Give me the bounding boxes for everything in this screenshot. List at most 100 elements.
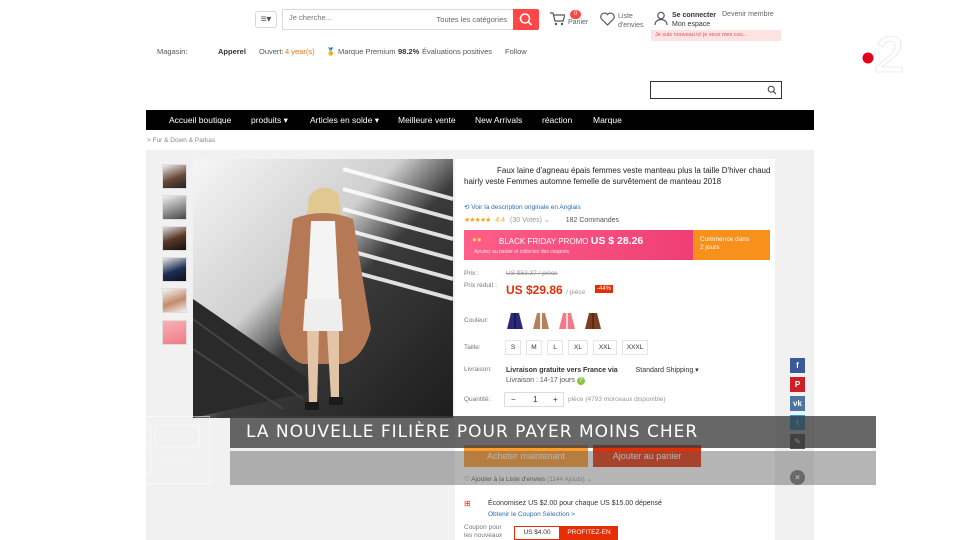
search-button[interactable] bbox=[513, 9, 539, 30]
thumbnail-1[interactable] bbox=[162, 164, 187, 189]
balloons-icon: ●● bbox=[472, 235, 482, 244]
discount-badge: -44% bbox=[595, 285, 614, 293]
search-icon[interactable] bbox=[767, 85, 777, 95]
get-coupon-link[interactable]: Obtenir le Coupon Sélection > bbox=[488, 511, 575, 518]
size-option-m[interactable]: M bbox=[526, 340, 542, 355]
translate-link[interactable]: ⟲ Voir la description originale en Angla… bbox=[464, 203, 581, 211]
black-friday-banner[interactable]: ●● BLACK FRIDAY PROMO US $ 28.26 Ajoutez… bbox=[464, 230, 770, 260]
follow-button[interactable]: Follow bbox=[505, 47, 527, 56]
product-image[interactable] bbox=[193, 159, 453, 418]
wishlist-label-line2: d'envies bbox=[618, 22, 644, 29]
price-label: Prix : bbox=[464, 270, 479, 277]
size-option-xxl[interactable]: XXL bbox=[593, 340, 617, 355]
nav-products-label: produits bbox=[251, 115, 282, 125]
news-lower-third: LA NOUVELLE FILIÈRE POUR PAYER MOINS CHE… bbox=[230, 416, 876, 448]
original-price: US $53.37 / pièce bbox=[506, 270, 558, 277]
shipping-text: Livraison gratuite vers France via bbox=[506, 367, 618, 374]
wishlist-link[interactable]: Liste d'envies bbox=[618, 12, 643, 30]
size-label: Taille: bbox=[464, 344, 481, 351]
color-swatch-brown[interactable] bbox=[583, 311, 603, 331]
nav-brand[interactable]: Marque bbox=[593, 115, 622, 125]
translate-icon: ⟲ bbox=[464, 204, 470, 211]
medal-icon: 🏅 bbox=[326, 47, 336, 56]
nav-bestsellers[interactable]: Meilleure vente bbox=[398, 115, 456, 125]
quantity-decrease-button[interactable]: − bbox=[511, 395, 516, 404]
claim-coupon-button[interactable]: PROFITEZ-EN bbox=[560, 526, 618, 540]
thumbnail-6[interactable] bbox=[162, 320, 187, 345]
color-swatch-navy[interactable] bbox=[505, 311, 525, 331]
stock-available: pièce (4793 morceaux disponible) bbox=[568, 396, 666, 403]
color-label: Couleur: bbox=[464, 317, 489, 324]
my-space-label: Mon espace bbox=[672, 21, 711, 28]
search-input[interactable] bbox=[289, 13, 409, 22]
size-option-xl[interactable]: XL bbox=[568, 340, 588, 355]
reduced-price-label: Prix réduit : bbox=[464, 282, 497, 289]
bf-countdown-line2: 2 jours bbox=[700, 244, 720, 251]
new-user-coupon-label: Coupon pour les nouveaux bbox=[464, 524, 502, 540]
size-option-s[interactable]: S bbox=[505, 340, 521, 355]
coupon-value: US $4.00 bbox=[514, 526, 560, 540]
bf-countdown-line1: Commence dans bbox=[700, 236, 750, 243]
search-category-select[interactable]: Toutes les catégories bbox=[437, 15, 507, 24]
store-open-years: 4 year(s) bbox=[285, 47, 315, 56]
search-icon bbox=[519, 13, 533, 26]
color-swatch-camel[interactable] bbox=[531, 311, 551, 331]
positive-rating-label[interactable]: Évaluations positives bbox=[422, 47, 492, 56]
rating-value: 4.4 bbox=[495, 217, 506, 224]
cart-icon[interactable] bbox=[549, 11, 566, 26]
size-option-xxxl[interactable]: XXXL bbox=[622, 340, 648, 355]
thumbnail-2[interactable] bbox=[162, 195, 187, 220]
color-swatch-pink[interactable] bbox=[557, 311, 577, 331]
nav-sale[interactable]: Articles en solde ▾ bbox=[310, 115, 379, 126]
product-title: Faux laine d'agneau épais femmes veste m… bbox=[464, 166, 771, 186]
wishlist-label-line1: Liste bbox=[618, 13, 633, 20]
quantity-increase-button[interactable]: + bbox=[553, 395, 558, 404]
facebook-icon[interactable]: f bbox=[790, 358, 805, 373]
translate-label: Voir la description originale en Anglais bbox=[471, 204, 581, 211]
new-user-promo[interactable]: Je suis nouveau ici je veux mes cou... bbox=[651, 30, 781, 41]
store-label: Magasin: bbox=[157, 47, 188, 56]
thumbnail-3[interactable] bbox=[162, 226, 187, 251]
store-search-input[interactable] bbox=[650, 81, 782, 99]
user-icon[interactable] bbox=[654, 11, 668, 26]
nav-home[interactable]: Accueil boutique bbox=[169, 115, 231, 125]
rating-votes[interactable]: (30 Votes) bbox=[510, 217, 542, 224]
shipping-method-label: Standard Shipping bbox=[635, 367, 694, 374]
cart-count-badge: 0 bbox=[570, 10, 582, 19]
store-info-bar: Magasin: Apperel Ouvert: 4 year(s) 🏅 Mar… bbox=[157, 45, 797, 59]
coupon-label-line2: les nouveaux bbox=[464, 532, 503, 539]
rating-stars-icon: ★★★★★ bbox=[464, 217, 491, 224]
tv-channel-logo bbox=[860, 32, 906, 74]
search-bar[interactable]: Toutes les catégories bbox=[282, 9, 514, 30]
thumbnail-4[interactable] bbox=[162, 257, 187, 282]
chevron-down-icon: ⌄ bbox=[543, 217, 550, 224]
store-navbar: Accueil boutique produits ▾ Articles en … bbox=[146, 110, 814, 130]
signin-link[interactable]: Se connecter Mon espace bbox=[672, 11, 716, 29]
store-open-label: Ouvert: bbox=[259, 47, 284, 56]
rating-summary: ★★★★★ 4.4 (30 Votes) ⌄ 182 Commandes bbox=[464, 216, 619, 224]
sale-price-value: US $29.86 bbox=[506, 283, 563, 297]
heart-icon[interactable] bbox=[600, 12, 615, 26]
nav-products[interactable]: produits ▾ bbox=[251, 115, 288, 126]
nav-new-arrivals[interactable]: New Arrivals bbox=[475, 115, 522, 125]
bf-label: BLACK FRIDAY PROMO bbox=[499, 237, 589, 246]
vk-icon[interactable]: vk bbox=[790, 396, 805, 411]
quantity-label: Quantité: bbox=[464, 396, 491, 403]
help-icon[interactable]: ? bbox=[576, 377, 585, 385]
savings-info: Économisez US $2.00 pour chaque US $15.0… bbox=[488, 500, 662, 507]
bf-title: BLACK FRIDAY PROMO US $ 28.26 bbox=[499, 235, 643, 247]
bf-price: US $ 28.26 bbox=[590, 235, 644, 247]
become-member-link[interactable]: Devenir membre bbox=[722, 11, 774, 18]
store-name[interactable]: Apperel bbox=[218, 47, 246, 56]
pinterest-icon[interactable]: P bbox=[790, 377, 805, 392]
breadcrumb[interactable]: > Fur & Down & Parkas bbox=[147, 137, 215, 144]
cart-label[interactable]: Panier bbox=[568, 19, 588, 26]
shipping-method-select[interactable]: Standard Shipping ▾ bbox=[636, 367, 699, 374]
size-option-l[interactable]: L bbox=[547, 340, 563, 355]
quantity-stepper: − 1 + bbox=[504, 392, 564, 407]
category-menu-button[interactable]: ≡▾ bbox=[255, 11, 277, 28]
thumbnail-5[interactable] bbox=[162, 288, 187, 313]
quantity-value[interactable]: 1 bbox=[533, 395, 537, 404]
sale-price: US $29.86 / pièce bbox=[506, 283, 585, 297]
nav-feedback[interactable]: réaction bbox=[542, 115, 572, 125]
